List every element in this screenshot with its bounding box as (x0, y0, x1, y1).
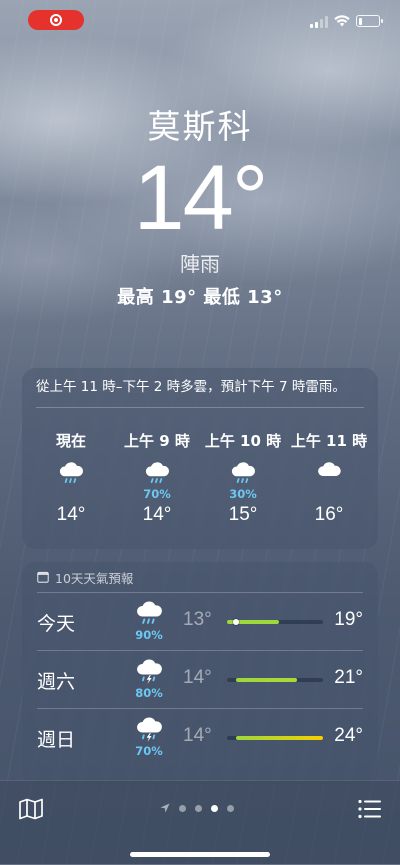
thunderstorm-icon (135, 657, 163, 685)
page-dot (179, 804, 186, 812)
screen-recording-icon (50, 14, 62, 26)
rain-cloud-icon (144, 460, 170, 486)
hour-label: 現在 (55, 432, 86, 450)
battery-icon (356, 15, 383, 27)
daily-forecast-card[interactable]: 10天天氣預報 今天 90% 13° 19° 週六 80% 14° 21° 週日 70% 14° 24… (22, 562, 378, 784)
page-dot (227, 804, 234, 812)
map-icon[interactable] (18, 798, 44, 820)
daily-forecast-title: 10天天氣預報 (55, 570, 134, 586)
hour-weather (28, 450, 114, 496)
wifi-icon (334, 15, 350, 27)
hour-item: 現在 14° (28, 430, 114, 526)
divider (36, 407, 364, 408)
current-weather: 莫斯科 14° 陣雨 最高 19° 最低 13° (0, 100, 400, 309)
day-label: 週六 (37, 671, 76, 693)
thunderstorm-icon (135, 715, 163, 743)
hour-temperature: 14° (142, 504, 172, 525)
screen-recording-indicator[interactable] (28, 10, 84, 30)
location-arrow-icon (160, 803, 170, 813)
hour-temperature: 15° (228, 504, 258, 525)
daily-row[interactable]: 今天 90% 13° 19° (37, 592, 363, 650)
low-temperature: 14° (183, 667, 212, 688)
rain-cloud-icon (58, 460, 84, 486)
battery-level (358, 17, 362, 25)
hour-weather: 70% (114, 450, 200, 501)
hourly-scroll[interactable]: 現在 14° 上午 9 時 70% 14° 上午 10 時 30% 15° 上午 11 時 16° (22, 430, 378, 526)
cloud-icon (316, 460, 342, 477)
low-temperature: 13° (183, 609, 212, 630)
day-label: 週日 (37, 729, 76, 751)
temperature-range-bar (227, 619, 323, 625)
hour-item: 上午 10 時 30% 15° (200, 430, 286, 526)
rain-cloud-icon (135, 599, 163, 627)
status-bar (0, 0, 400, 44)
current-temp-dot (232, 619, 239, 625)
temperature-range-fill (235, 678, 297, 682)
current-condition: 陣雨 (180, 252, 220, 276)
page-indicator[interactable] (160, 803, 234, 813)
bottom-toolbar (0, 780, 400, 865)
temperature-range-fill (235, 736, 323, 740)
hour-label: 上午 9 時 (124, 432, 190, 450)
precipitation-chance: 90% (135, 628, 163, 642)
hour-label: 上午 10 時 (204, 432, 282, 450)
daily-forecast-header: 10天天氣預報 (22, 562, 378, 592)
hourly-forecast-card[interactable]: 從上午 11 時–下午 2 時多雲，預計下午 7 時雷雨。 現在 14° 上午 9 … (22, 368, 378, 549)
hour-weather: 30% (200, 450, 286, 501)
city-name: 莫斯科 (147, 107, 253, 146)
list-icon[interactable] (358, 799, 382, 819)
high-temperature: 21° (334, 667, 363, 688)
page-dot (195, 804, 202, 812)
hour-temperature: 16° (314, 504, 344, 525)
low-temperature: 14° (183, 725, 212, 746)
precipitation-chance: 70% (135, 744, 163, 758)
daily-row[interactable]: 週六 80% 14° 21° (37, 650, 363, 708)
temperature-range-bar (227, 678, 323, 682)
page-dot-active (211, 804, 218, 812)
day-weather: 70% (129, 715, 169, 758)
hour-weather (286, 450, 372, 496)
cellular-signal-icon (310, 16, 328, 28)
day-weather: 90% (129, 599, 169, 642)
hour-item: 上午 11 時 16° (286, 430, 372, 526)
rain-cloud-icon (230, 460, 256, 486)
high-temperature: 24° (334, 725, 363, 746)
precipitation-chance: 30% (229, 487, 257, 501)
current-temperature: 14° (133, 147, 268, 249)
hour-temperature: 14° (56, 504, 86, 525)
precipitation-chance: 80% (135, 686, 163, 700)
high-low-temperature: 最高 19° 最低 13° (117, 287, 283, 308)
hour-label: 上午 11 時 (290, 432, 368, 450)
temperature-range-bar (227, 736, 323, 740)
day-weather: 80% (129, 657, 169, 700)
calendar-icon (37, 571, 49, 583)
hour-item: 上午 9 時 70% 14° (114, 430, 200, 526)
daily-row[interactable]: 週日 70% 14° 24° (37, 708, 363, 766)
home-indicator[interactable] (130, 852, 270, 857)
high-temperature: 19° (334, 609, 363, 630)
hourly-summary: 從上午 11 時–下午 2 時多雲，預計下午 7 時雷雨。 (36, 379, 346, 395)
day-label: 今天 (37, 613, 76, 635)
precipitation-chance: 70% (143, 487, 171, 501)
